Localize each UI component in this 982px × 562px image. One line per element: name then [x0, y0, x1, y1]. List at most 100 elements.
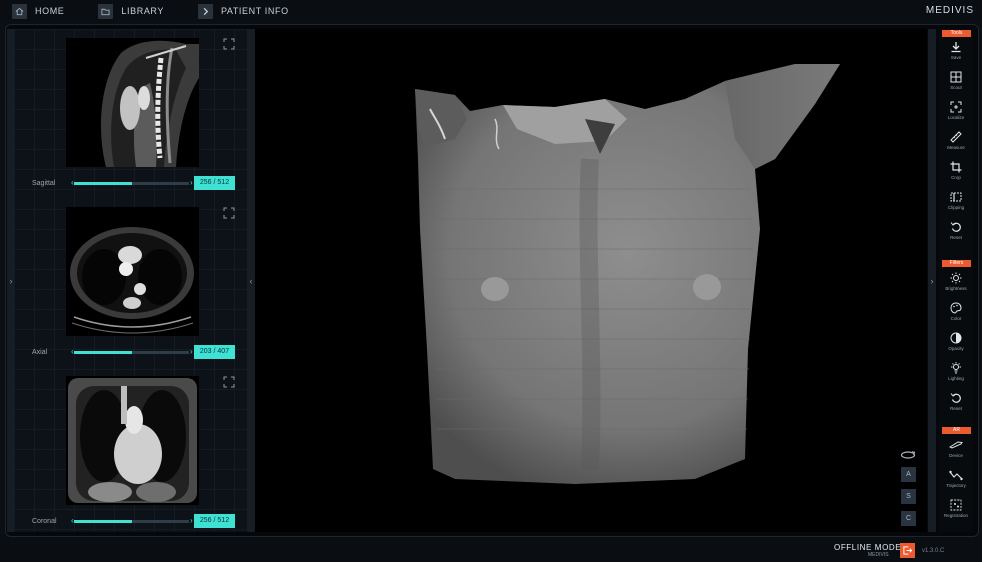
localize-icon: [950, 101, 962, 113]
opacity-icon: [950, 332, 962, 344]
tool-save[interactable]: Save: [939, 41, 973, 71]
chevron-right-icon: [197, 3, 213, 19]
slice-view-sagittal: Sagittal ‹ › 256 / 512: [14, 29, 247, 194]
crop-icon: [950, 161, 962, 173]
lighting-icon: [951, 362, 961, 374]
section-tag-ar: AR: [942, 427, 971, 434]
reset-icon: [950, 393, 961, 403]
chevron-right-icon[interactable]: ›: [190, 516, 193, 525]
orientation-button-c[interactable]: C: [901, 511, 916, 526]
slice-view-axial: Axial ‹ › 203 / 407: [14, 198, 247, 363]
tool-opacity[interactable]: Opacity: [939, 332, 973, 362]
expand-icon[interactable]: [223, 375, 235, 388]
tool-measure[interactable]: Measure: [939, 131, 973, 161]
chevron-right-icon[interactable]: ›: [190, 347, 193, 356]
offline-mode-sub: MEDIVIS: [868, 552, 889, 558]
exit-icon: [903, 546, 912, 555]
tool-crop[interactable]: Crop: [939, 161, 973, 191]
tool-label: Device: [949, 453, 963, 458]
toolbar-collapse-handle[interactable]: ›: [928, 29, 936, 532]
home-icon: [12, 3, 27, 19]
right-toolbar: Tools Save Scout Localize Measure Crop C…: [939, 29, 973, 532]
slice-slider-fill: [74, 520, 132, 523]
tool-trajectory[interactable]: Trajectory: [939, 469, 973, 499]
axial-ct-image[interactable]: [66, 207, 199, 336]
tool-clipping[interactable]: Clipping: [939, 191, 973, 221]
slice-counter: 256 / 512: [194, 176, 235, 190]
tool-label: Reset: [950, 406, 962, 411]
nav-patient-info-label: PATIENT INFO: [220, 6, 289, 16]
expand-icon[interactable]: [223, 206, 235, 219]
slice-view-coronal: Coronal ‹ › 256 / 512: [14, 367, 247, 532]
tool-reset[interactable]: Reset: [939, 221, 973, 251]
tool-label: Clipping: [947, 205, 965, 210]
trajectory-icon: [949, 470, 963, 481]
brightness-icon: [950, 272, 962, 284]
brand-logo-text: MEDIVIS: [925, 5, 974, 16]
slice-slider[interactable]: [74, 182, 189, 185]
slice-slider-fill: [74, 182, 132, 185]
slice-label: Axial: [32, 349, 48, 356]
slice-slider[interactable]: [74, 351, 189, 354]
tool-label: Lighting: [948, 376, 964, 381]
tool-label: Registration: [943, 513, 968, 518]
scout-icon: [950, 71, 962, 83]
orientation-button-a[interactable]: A: [901, 467, 916, 482]
clipping-icon: [950, 192, 962, 202]
exit-button[interactable]: [900, 543, 915, 558]
orientation-button-s[interactable]: S: [901, 489, 916, 504]
nav-home-label: HOME: [35, 6, 65, 16]
tool-label: Scout: [950, 85, 962, 90]
expand-icon[interactable]: [223, 37, 235, 50]
slice-counter: 256 / 512: [194, 514, 235, 528]
tool-label: Trajectory: [946, 483, 966, 488]
tool-label: Color: [950, 316, 962, 321]
slice-counter: 203 / 407: [194, 345, 235, 359]
tool-brightness[interactable]: Brightness: [939, 272, 973, 302]
tool-label: Save: [950, 55, 962, 60]
nav-library-label: LIBRARY: [121, 6, 164, 16]
tool-color[interactable]: Color: [939, 302, 973, 332]
slice-panel: Sagittal ‹ › 256 / 512 Axial ‹ › 203 / 4…: [14, 29, 247, 532]
ruler-icon: [950, 131, 962, 143]
tool-label: Opacity: [948, 346, 964, 351]
slice-panel-collapse-handle[interactable]: ‹: [247, 29, 255, 532]
section-tag-tools: Tools: [942, 30, 971, 37]
sagittal-ct-image[interactable]: [66, 38, 199, 167]
tool-label: Reset: [950, 235, 962, 240]
tool-label: Brightness: [945, 286, 967, 291]
chevron-right-icon: ›: [930, 275, 934, 286]
slice-label: Sagittal: [32, 180, 56, 187]
tool-registration[interactable]: Registration: [939, 499, 973, 529]
tool-label: Measure: [947, 145, 965, 150]
tool-localize[interactable]: Localize: [939, 101, 973, 131]
palette-icon: [950, 302, 962, 314]
section-tag-filters: Filters: [942, 260, 971, 267]
slice-slider[interactable]: [74, 520, 189, 523]
coronal-ct-image[interactable]: [66, 376, 199, 505]
folder-icon: [98, 3, 114, 19]
nav-home[interactable]: HOME: [0, 0, 64, 22]
reset-icon: [950, 222, 961, 232]
registration-icon: [950, 499, 962, 511]
chevron-right-icon: ›: [9, 275, 13, 286]
tool-lighting[interactable]: Lighting: [939, 362, 973, 392]
rotate-icon[interactable]: [900, 447, 916, 465]
nav-library[interactable]: LIBRARY: [86, 0, 164, 22]
download-icon: [951, 42, 961, 53]
tool-label: Crop: [951, 175, 961, 180]
top-nav-bar: HOME LIBRARY PATIENT INFO MEDIVIS: [0, 0, 982, 22]
slice-slider-fill: [74, 351, 132, 354]
offline-mode-status: OFFLINE MODE: [834, 543, 902, 552]
device-icon: [949, 441, 963, 449]
3d-viewport[interactable]: A S C: [255, 29, 927, 532]
tool-scout[interactable]: Scout: [939, 71, 973, 101]
slice-label: Coronal: [32, 518, 57, 525]
chevron-right-icon[interactable]: ›: [190, 178, 193, 187]
nav-patient-info[interactable]: PATIENT INFO: [186, 0, 289, 22]
version-label: v1.3.0.C: [922, 548, 945, 554]
tool-device[interactable]: Device: [939, 439, 973, 469]
tool-filters-reset[interactable]: Reset: [939, 392, 973, 422]
chevron-left-icon: ‹: [249, 275, 253, 286]
torso-volume-render: [415, 64, 840, 484]
